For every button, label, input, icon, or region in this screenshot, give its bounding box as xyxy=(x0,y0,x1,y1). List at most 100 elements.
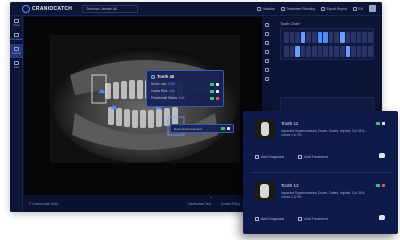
rotate-icon[interactable] xyxy=(265,59,269,63)
topbar-action-treatment[interactable]: Treatment Planning xyxy=(280,6,315,11)
xray-icon xyxy=(14,33,19,37)
topbar-action-export[interactable]: Export Report xyxy=(321,6,347,11)
approve-icon[interactable] xyxy=(376,122,380,125)
tooth-cell[interactable] xyxy=(334,32,339,43)
approve-icon[interactable] xyxy=(221,127,225,130)
thumbs-down-icon[interactable] xyxy=(215,82,219,86)
tooth-card: Tooth 11 Impacted Supernumerary Crown, C… xyxy=(251,115,391,167)
approve-icon[interactable] xyxy=(210,82,214,86)
topbar-action-patients[interactable]: Hastalar xyxy=(257,6,275,11)
tooth-cell[interactable] xyxy=(289,32,295,43)
left-rail: Home Panoramic Analysis Files xyxy=(10,16,23,212)
tooth-cell[interactable] xyxy=(345,32,351,43)
tooth-cell[interactable] xyxy=(317,32,323,43)
users-icon xyxy=(257,6,262,11)
globe-icon xyxy=(352,6,357,11)
rail-item-panoramic[interactable]: Panoramic xyxy=(10,30,23,44)
reject-icon[interactable] xyxy=(381,184,385,187)
plus-icon xyxy=(255,217,259,221)
export-icon xyxy=(321,6,326,11)
treatment-popup: Root canal treatment xyxy=(170,124,234,133)
copyright-text: © CranioCatch 2020 xyxy=(29,201,58,206)
tooth-cell[interactable] xyxy=(306,46,311,57)
thumbs-down-icon[interactable] xyxy=(215,89,219,93)
patient-selector[interactable]: Zeeshan Jameel Ali xyxy=(82,4,139,13)
add-diagnosis-button[interactable]: Add Diagnosis xyxy=(255,155,284,159)
home-icon xyxy=(14,19,19,23)
comment-icon[interactable] xyxy=(379,215,385,220)
plus-icon xyxy=(298,155,303,159)
tooth-cell[interactable] xyxy=(289,46,295,57)
thumbs-down-icon[interactable] xyxy=(381,122,385,125)
tooth-cell[interactable] xyxy=(339,32,345,43)
tooth-cell[interactable] xyxy=(362,32,367,43)
logo-icon xyxy=(22,4,30,13)
tooth-cell[interactable] xyxy=(306,32,311,43)
rail-item-files[interactable]: Files xyxy=(10,58,23,72)
rail-item-home[interactable]: Home xyxy=(10,16,23,30)
add-diagnosis-button[interactable]: Add Diagnosis xyxy=(255,217,284,221)
tooth-cell[interactable] xyxy=(323,32,328,43)
plan-icon xyxy=(280,6,285,11)
plus-icon xyxy=(298,217,303,221)
tooth-cell[interactable] xyxy=(300,32,306,43)
language-selector[interactable]: EN xyxy=(352,6,363,11)
rail-item-analysis[interactable]: Analysis xyxy=(10,44,23,58)
tooth-cell[interactable] xyxy=(295,32,300,43)
tooth-cell[interactable] xyxy=(351,32,356,43)
tooth-cell[interactable] xyxy=(317,46,323,57)
panel-title: Tooth Chart xyxy=(280,22,300,26)
tooth-thumbnail[interactable] xyxy=(255,119,275,139)
tooth-cell[interactable] xyxy=(300,46,306,57)
approve-icon[interactable] xyxy=(376,184,380,187)
tooth-finding-popup: Tooth 46 Bone Loss 9.0% Caries Risk Low xyxy=(146,70,224,107)
approve-icon[interactable] xyxy=(210,96,214,100)
top-actions: Hastalar Treatment Planning Export Repor… xyxy=(257,5,376,12)
tooth-cell[interactable] xyxy=(284,32,289,43)
add-treatment-button[interactable]: Add Treatment xyxy=(298,155,328,159)
logo: CRANIOCATCH xyxy=(22,4,73,13)
tooth-cell[interactable] xyxy=(328,32,334,43)
tooth-cell[interactable] xyxy=(323,46,328,57)
tooth-cell[interactable] xyxy=(328,46,334,57)
footer-link-clarification[interactable]: Clarification Text xyxy=(188,202,211,206)
tooth-cell[interactable] xyxy=(311,32,317,43)
ruler-icon[interactable] xyxy=(265,68,269,72)
tooth-cell[interactable] xyxy=(362,46,367,57)
tooth-cell[interactable] xyxy=(284,46,289,57)
tooth-icon xyxy=(151,74,155,79)
tooth-cell[interactable] xyxy=(345,46,351,57)
tooth-card: Tooth 12 Impacted Supernumerary Crown, C… xyxy=(251,177,391,229)
tooth-thumbnail[interactable] xyxy=(255,181,275,201)
comment-icon[interactable] xyxy=(379,153,385,158)
tooth-cell[interactable] xyxy=(356,32,362,43)
avatar[interactable] xyxy=(369,5,376,12)
tooth-cell[interactable] xyxy=(367,46,373,57)
add-treatment-button[interactable]: Add Treatment xyxy=(298,217,328,221)
tooth-cell[interactable] xyxy=(334,46,339,57)
brightness-icon[interactable] xyxy=(265,41,269,45)
reject-icon[interactable] xyxy=(215,96,219,100)
chevron-up-icon[interactable]: ^ xyxy=(210,195,212,200)
tooth-cell[interactable] xyxy=(356,46,362,57)
tooth-card-description: Impacted Supernumerary Crown, Caries, Im… xyxy=(281,129,366,137)
approve-icon[interactable] xyxy=(210,89,214,93)
tooth-cell[interactable] xyxy=(295,46,300,57)
plus-icon xyxy=(255,155,259,159)
thumbs-down-icon[interactable] xyxy=(226,127,230,130)
tooth-cell[interactable] xyxy=(339,46,345,57)
fullscreen-icon[interactable] xyxy=(265,77,269,81)
tooth-chart[interactable] xyxy=(280,28,374,60)
tooth-cell[interactable] xyxy=(367,32,373,43)
file-icon xyxy=(14,61,19,65)
footer-link-cookie[interactable]: Cookie Policy xyxy=(221,202,240,206)
zoom-in-icon[interactable] xyxy=(265,23,269,27)
xray-viewer[interactable]: Tooth 46 Bone Loss 9.0% Caries Risk Low xyxy=(24,17,262,195)
tooth-cell[interactable] xyxy=(311,46,317,57)
top-bar: CRANIOCATCH Zeeshan Jameel Ali Hastalar … xyxy=(10,2,382,16)
contrast-icon[interactable] xyxy=(265,50,269,54)
logo-text: CRANIOCATCH xyxy=(32,5,73,12)
divider xyxy=(251,172,391,173)
zoom-out-icon[interactable] xyxy=(265,32,269,36)
tooth-cell[interactable] xyxy=(351,46,356,57)
